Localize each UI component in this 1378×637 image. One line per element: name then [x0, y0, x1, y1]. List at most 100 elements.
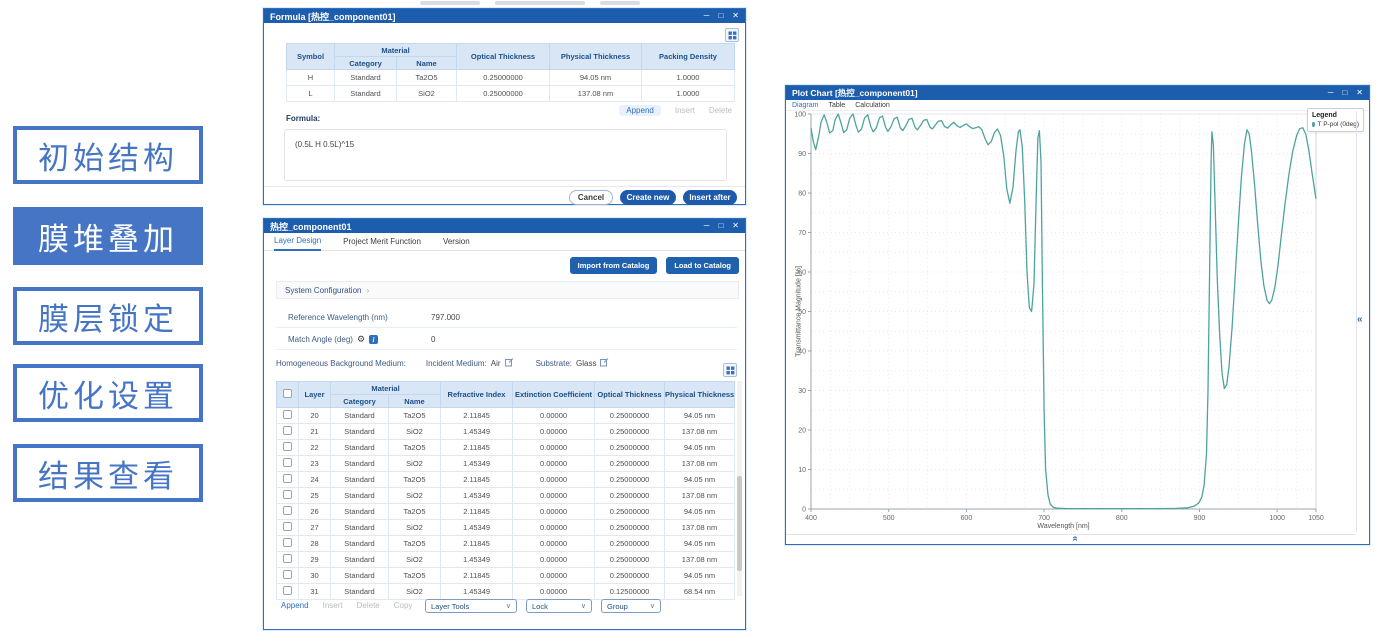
plot-chart-titlebar[interactable]: Plot Chart [热控_component01] ─ □ ✕ — [786, 86, 1369, 100]
layer-insert-button[interactable]: Insert — [323, 601, 343, 610]
insert-after-button[interactable]: Insert after — [683, 190, 737, 205]
row-checkbox[interactable] — [283, 410, 292, 419]
row-checkbox[interactable] — [283, 490, 292, 499]
minimize-icon[interactable]: ─ — [704, 9, 710, 23]
maximize-icon[interactable]: □ — [718, 9, 723, 23]
select-all-checkbox[interactable] — [283, 389, 292, 398]
col-category: Category — [335, 57, 397, 70]
minimize-icon[interactable]: ─ — [1328, 86, 1334, 100]
svg-text:70: 70 — [798, 230, 806, 237]
close-icon[interactable]: ✕ — [1356, 86, 1363, 100]
cancel-button[interactable]: Cancel — [569, 190, 613, 205]
background-window-remnant — [600, 1, 640, 5]
scrollbar-thumb[interactable] — [737, 476, 742, 571]
svg-text:0: 0 — [802, 507, 806, 514]
match-angle-value[interactable]: 0 — [431, 335, 435, 344]
chevron-down-icon: ∨ — [506, 602, 511, 610]
col-symbol: Symbol — [287, 44, 335, 70]
group-dropdown[interactable]: Group∨ — [601, 599, 661, 613]
formula-delete-button[interactable]: Delete — [709, 106, 732, 115]
background-medium-label: Homogeneous Background Medium: — [276, 359, 406, 368]
load-to-catalog-button[interactable]: Load to Catalog — [666, 257, 739, 274]
col-name: Name — [397, 57, 457, 70]
svg-text:600: 600 — [961, 515, 973, 521]
row-checkbox[interactable] — [283, 570, 292, 579]
tab-table[interactable]: Table — [828, 102, 845, 109]
table-row[interactable]: 27StandardSiO21.453490.000000.2500000013… — [277, 520, 735, 536]
formula-append-button[interactable]: Append — [619, 105, 661, 116]
tab-project-merit-function[interactable]: Project Merit Function — [343, 237, 421, 246]
formula-dialog-titlebar[interactable]: Formula [热控_component01] ─ □ ✕ — [264, 9, 745, 23]
info-icon[interactable]: i — [369, 335, 378, 344]
table-row[interactable]: 22StandardTa2O52.118450.000000.250000009… — [277, 440, 735, 456]
minimize-icon[interactable]: ─ — [704, 219, 710, 233]
row-checkbox[interactable] — [283, 442, 292, 451]
table-row[interactable]: 31StandardSiO21.453490.000000.1250000068… — [277, 584, 735, 600]
sidebar-button-3[interactable]: 膜层锁定 — [13, 287, 203, 345]
row-checkbox[interactable] — [283, 506, 292, 515]
layer-append-button[interactable]: Append — [281, 601, 309, 610]
tab-layer-design[interactable]: Layer Design — [274, 233, 321, 251]
plot-chart-window: Plot Chart [热控_component01] ─ □ ✕ Diagra… — [785, 85, 1370, 545]
close-icon[interactable]: ✕ — [732, 219, 739, 233]
table-row[interactable]: 23StandardSiO21.453490.000000.2500000013… — [277, 456, 735, 472]
sidebar-button-5[interactable]: 结果查看 — [13, 444, 203, 502]
tab-diagram[interactable]: Diagram — [792, 102, 818, 109]
row-checkbox[interactable] — [283, 458, 292, 467]
bottom-panel-expand-handle[interactable]: « — [1069, 536, 1080, 542]
table-row[interactable]: 30StandardTa2O52.118450.000000.250000009… — [277, 568, 735, 584]
maximize-icon[interactable]: □ — [1342, 86, 1347, 100]
sidebar-button-1[interactable]: 初始结构 — [13, 126, 203, 184]
table-row[interactable]: 26StandardTa2O52.118450.000000.250000009… — [277, 504, 735, 520]
formula-input[interactable]: (0.5L H 0.5L)^15 — [284, 129, 727, 181]
sidebar-button-2[interactable]: 膜堆叠加 — [13, 207, 203, 265]
row-checkbox[interactable] — [283, 538, 292, 547]
row-checkbox[interactable] — [283, 554, 292, 563]
formula-materials-table: Symbol Material Optical Thickness Physic… — [286, 43, 735, 102]
sidebar-button-4[interactable]: 优化设置 — [13, 364, 203, 422]
table-row[interactable]: HStandardTa2O50.2500000094.05 nm1.0000 — [287, 70, 735, 86]
table-row[interactable]: 28StandardTa2O52.118450.000000.250000009… — [277, 536, 735, 552]
formula-insert-button[interactable]: Insert — [675, 106, 695, 115]
substrate-value[interactable]: Glass — [576, 359, 596, 368]
row-checkbox[interactable] — [283, 586, 292, 595]
table-row[interactable]: 25StandardSiO21.453490.000000.2500000013… — [277, 488, 735, 504]
table-scrollbar[interactable] — [737, 381, 742, 596]
layer-delete-button[interactable]: Delete — [357, 601, 380, 610]
edit-icon[interactable] — [505, 358, 514, 369]
svg-text:500: 500 — [883, 515, 895, 521]
background-window-remnant — [495, 1, 585, 5]
row-checkbox[interactable] — [283, 474, 292, 483]
reference-wavelength-value[interactable]: 797.000 — [431, 313, 460, 322]
edit-icon[interactable] — [600, 358, 609, 369]
table-row[interactable]: 29StandardSiO21.453490.000000.2500000013… — [277, 552, 735, 568]
table-row[interactable]: LStandardSiO20.25000000137.08 nm1.0000 — [287, 86, 735, 102]
transmittance-chart[interactable]: 0102030405060708090100400500600700800900… — [786, 111, 1371, 521]
create-new-button[interactable]: Create new — [620, 190, 676, 205]
formula-dialog-title: Formula [热控_component01] — [270, 10, 704, 23]
import-from-catalog-button[interactable]: Import from Catalog — [570, 257, 658, 274]
row-checkbox[interactable] — [283, 522, 292, 531]
chevron-right-icon: › — [366, 286, 369, 295]
table-row[interactable]: 20StandardTa2O52.118450.000000.250000009… — [277, 408, 735, 424]
maximize-icon[interactable]: □ — [718, 219, 723, 233]
row-checkbox[interactable] — [283, 426, 292, 435]
close-icon[interactable]: ✕ — [732, 9, 739, 23]
fit-columns-button[interactable] — [723, 363, 737, 377]
table-row[interactable]: 24StandardTa2O52.118450.000000.250000009… — [277, 472, 735, 488]
col-packing: Packing Density — [642, 44, 735, 70]
table-row[interactable]: 21StandardSiO21.453490.000000.2500000013… — [277, 424, 735, 440]
svg-text:400: 400 — [805, 515, 817, 521]
lock-dropdown[interactable]: Lock∨ — [526, 599, 592, 613]
tab-calculation[interactable]: Calculation — [855, 102, 890, 109]
gear-icon[interactable]: ⚙ — [357, 335, 365, 344]
side-panel-expand-handle[interactable]: « — [1357, 314, 1363, 325]
fit-columns-button[interactable] — [725, 28, 739, 42]
y-axis-title: Transmittance Magnitude [%] — [796, 247, 803, 377]
layer-tools-dropdown[interactable]: Layer Tools∨ — [425, 599, 517, 613]
layer-design-titlebar[interactable]: 热控_component01 ─ □ ✕ — [264, 219, 745, 233]
incident-medium-value[interactable]: Air — [491, 359, 501, 368]
layer-copy-button[interactable]: Copy — [394, 601, 413, 610]
system-configuration-expander[interactable]: System Configuration › — [276, 281, 739, 299]
tab-version[interactable]: Version — [443, 237, 470, 246]
